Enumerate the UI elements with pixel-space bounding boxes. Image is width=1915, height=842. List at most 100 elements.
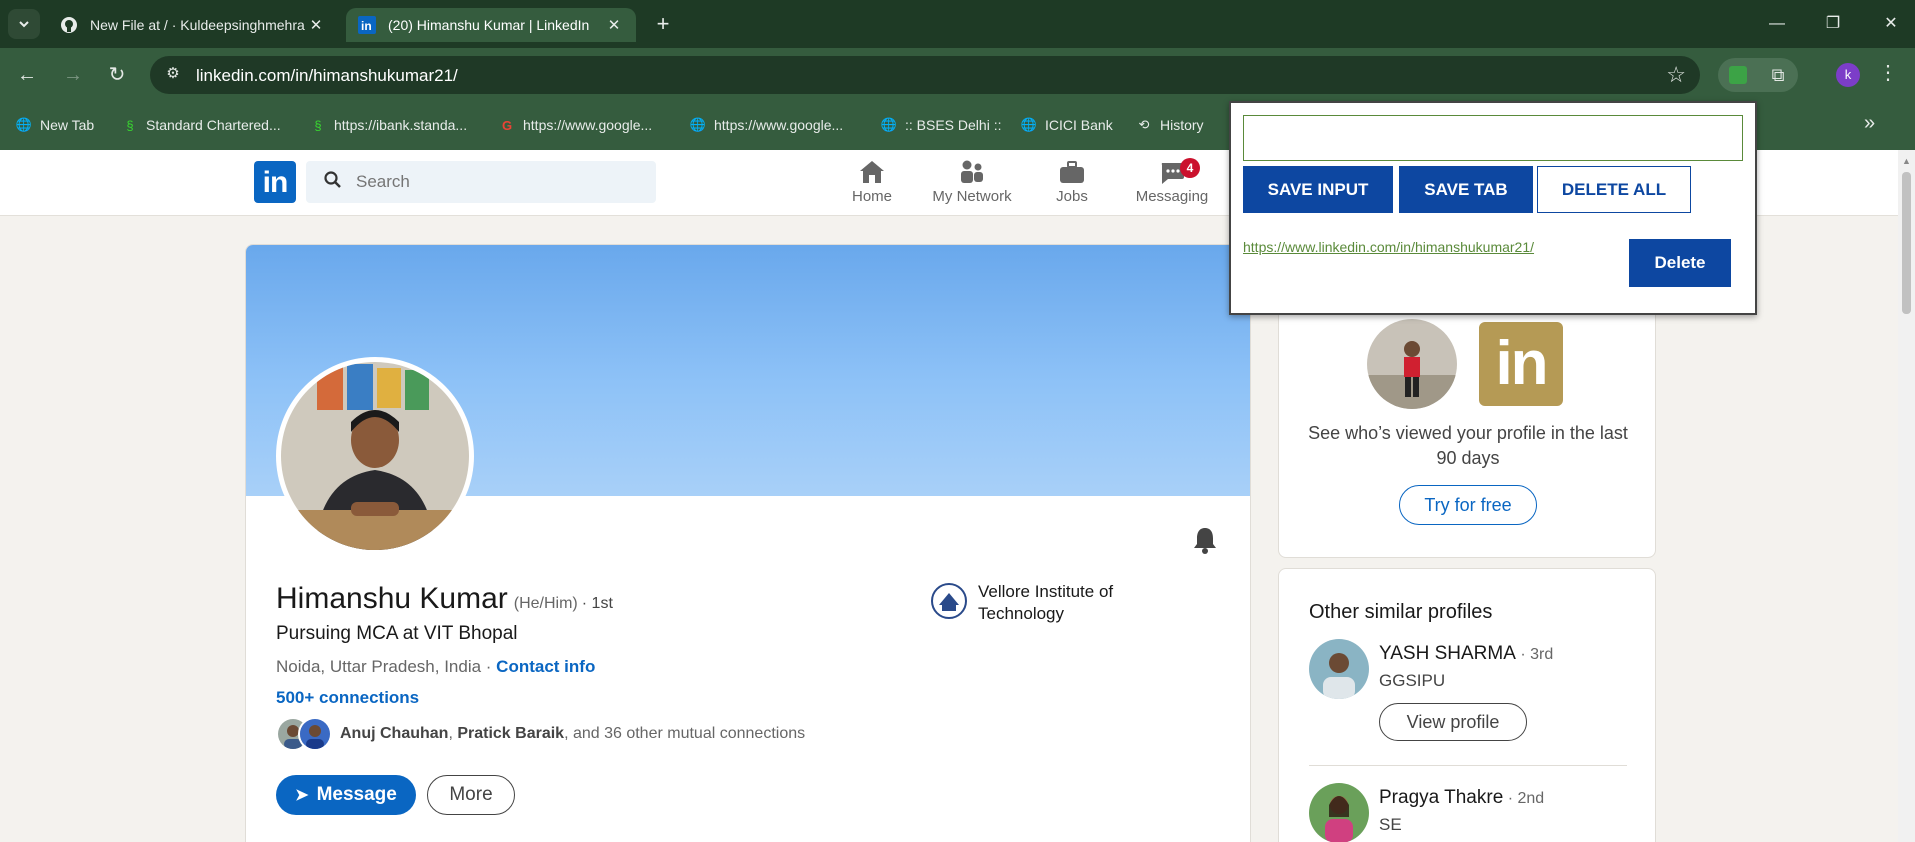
- bookmark-google-2[interactable]: 🌐 https://www.google...: [690, 114, 843, 136]
- chevron-down-icon: [19, 21, 29, 28]
- similar-subtitle: GGSIPU: [1379, 671, 1446, 690]
- message-button[interactable]: ➤ Message: [276, 775, 416, 815]
- browser-toolbar: ← → ↻ ⚙ linkedin.com/in/himanshukumar21/…: [0, 48, 1915, 100]
- scroll-up-icon[interactable]: ▲: [1902, 156, 1911, 166]
- network-icon: [922, 158, 1022, 186]
- extension-button[interactable]: [1718, 58, 1758, 92]
- standard-chartered-icon: §: [126, 117, 134, 133]
- profile-avatar[interactable]: k: [1836, 63, 1860, 87]
- popup-text-input[interactable]: [1243, 115, 1743, 161]
- location: Noida, Uttar Pradesh, India: [276, 657, 482, 676]
- nav-my-network[interactable]: My Network: [922, 158, 1022, 210]
- nav-messaging[interactable]: 4 Messaging: [1122, 158, 1222, 210]
- tab-github[interactable]: New File at / · Kuldeepsinghmehra ✕: [48, 8, 338, 42]
- divider: [1309, 765, 1627, 766]
- svg-text:in: in: [361, 19, 372, 33]
- connection-degree: · 2nd: [1503, 790, 1545, 807]
- notification-badge: 4: [1180, 158, 1200, 178]
- scrollbar-thumb[interactable]: [1902, 172, 1911, 314]
- location-line: Noida, Uttar Pradesh, India · Contact in…: [276, 657, 596, 676]
- search-icon: [324, 171, 342, 194]
- tab-linkedin[interactable]: in (20) Himanshu Kumar | LinkedIn ✕: [346, 8, 636, 42]
- minimize-icon[interactable]: —: [1762, 12, 1792, 36]
- globe-icon: 🌐: [880, 117, 898, 132]
- back-button[interactable]: ←: [12, 60, 42, 90]
- bookmark-ibank[interactable]: § https://ibank.standa...: [310, 114, 467, 136]
- search-box[interactable]: [306, 161, 656, 203]
- connections-link[interactable]: 500+ connections: [276, 688, 419, 708]
- tab-search-button[interactable]: [8, 9, 40, 39]
- messaging-icon: [1122, 158, 1222, 186]
- linkedin-icon: in: [358, 16, 376, 34]
- connection-degree: · 1st: [581, 595, 613, 612]
- view-profile-button[interactable]: View profile: [1379, 703, 1527, 741]
- contact-info-link[interactable]: Contact info: [496, 657, 595, 676]
- bookmarks-overflow-icon[interactable]: »: [1864, 112, 1875, 135]
- nav-jobs[interactable]: Jobs: [1022, 158, 1122, 210]
- reload-button[interactable]: ↻: [102, 60, 132, 90]
- google-icon: G: [501, 117, 513, 133]
- education-link[interactable]: Vellore Institute of Technology: [930, 581, 1158, 625]
- restore-icon[interactable]: ❐: [1818, 12, 1848, 36]
- site-info-icon[interactable]: ⚙: [162, 64, 184, 86]
- standard-chartered-icon: §: [314, 117, 322, 133]
- try-for-free-button[interactable]: Try for free: [1399, 485, 1537, 525]
- similar-name: YASH SHARMA: [1379, 643, 1516, 664]
- globe-icon: 🌐: [1020, 117, 1038, 132]
- bookmark-icici[interactable]: 🌐 ICICI Bank: [1021, 114, 1113, 136]
- save-tab-button[interactable]: SAVE TAB: [1399, 166, 1533, 213]
- similar-name: Pragya Thakre: [1379, 787, 1504, 808]
- extension-popup: SAVE INPUT SAVE TAB DELETE ALL https://w…: [1229, 101, 1757, 315]
- globe-icon: 🌐: [15, 117, 33, 132]
- url-text[interactable]: linkedin.com/in/himanshukumar21/: [196, 66, 458, 86]
- more-button[interactable]: More: [427, 775, 515, 815]
- delete-button[interactable]: Delete: [1629, 239, 1731, 287]
- bookmark-star-icon[interactable]: ☆: [1666, 62, 1686, 88]
- extension-icon: [1729, 66, 1747, 84]
- tab-title: New File at / · Kuldeepsinghmehra: [90, 17, 305, 33]
- avatar: [298, 717, 332, 751]
- bookmark-history[interactable]: ⟲ History: [1136, 114, 1204, 136]
- connection-degree: · 3rd: [1515, 646, 1554, 663]
- close-icon[interactable]: ✕: [306, 16, 326, 34]
- profile-headline: Pursuing MCA at VIT Bhopal: [276, 623, 518, 644]
- school-name: Vellore Institute of Technology: [978, 582, 1114, 623]
- bookmark-new-tab[interactable]: 🌐 New Tab: [16, 114, 94, 136]
- menu-kebab-icon[interactable]: ⋮: [1878, 60, 1898, 85]
- bookmark-standard-chartered[interactable]: § Standard Chartered...: [122, 114, 280, 136]
- vit-logo: [930, 581, 968, 621]
- bookmark-google-1[interactable]: Ghttps://www.google...: [499, 114, 652, 136]
- similar-subtitle: SE: [1379, 815, 1402, 834]
- new-tab-button[interactable]: +: [650, 12, 676, 38]
- window-close-icon[interactable]: ✕: [1876, 12, 1906, 36]
- page-scrollbar[interactable]: ▲: [1898, 150, 1915, 842]
- profile-views-text: See who’s viewed your profile in the las…: [1308, 423, 1628, 468]
- saved-url-link[interactable]: https://www.linkedin.com/in/himanshukuma…: [1243, 239, 1534, 255]
- linkedin-logo[interactable]: in: [254, 161, 296, 203]
- nav-home[interactable]: Home: [822, 158, 922, 210]
- profile-card: Himanshu Kumar (He/Him) · 1st Pursuing M…: [245, 244, 1251, 842]
- avatar[interactable]: [1309, 639, 1369, 699]
- pronouns: (He/Him): [513, 595, 578, 612]
- close-icon[interactable]: ✕: [604, 16, 624, 34]
- profile-photo[interactable]: [276, 357, 474, 555]
- save-input-button[interactable]: SAVE INPUT: [1243, 166, 1393, 213]
- briefcase-icon: [1022, 158, 1122, 186]
- github-icon: [60, 16, 78, 34]
- viewer-photo: [1367, 319, 1457, 409]
- premium-logo: in: [1479, 322, 1563, 406]
- delete-all-button[interactable]: DELETE ALL: [1537, 166, 1691, 213]
- search-input[interactable]: [356, 170, 636, 194]
- avatar[interactable]: [1309, 783, 1369, 842]
- tab-title: (20) Himanshu Kumar | LinkedIn: [388, 17, 590, 33]
- address-bar[interactable]: ⚙ linkedin.com/in/himanshukumar21/ ☆: [150, 56, 1700, 94]
- profile-name: Himanshu Kumar: [276, 582, 508, 615]
- profile-name-line: Himanshu Kumar (He/Him) · 1st: [276, 582, 613, 616]
- extensions-puzzle-icon[interactable]: ⧉: [1758, 58, 1798, 92]
- mutual-connections[interactable]: Anuj Chauhan, Pratick Baraik, and 36 oth…: [276, 717, 805, 751]
- bell-icon[interactable]: [1190, 525, 1220, 555]
- history-icon: ⟲: [1138, 117, 1150, 132]
- bookmark-bses[interactable]: 🌐:: BSES Delhi ::: [880, 114, 1002, 136]
- forward-button[interactable]: →: [58, 60, 88, 90]
- similar-profiles-card: Other similar profiles YASH SHARMA · 3rd…: [1278, 568, 1656, 842]
